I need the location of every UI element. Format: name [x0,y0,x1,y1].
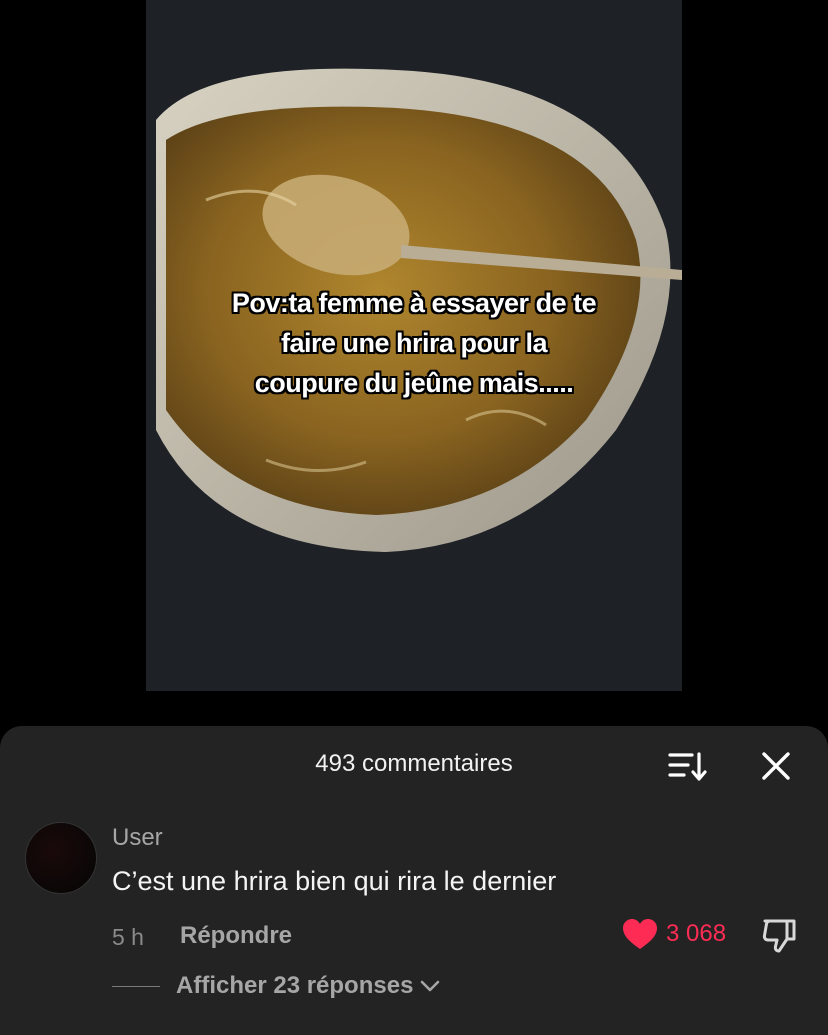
comment-text: C’est une hrira bien qui rira le dernier [112,866,557,896]
like-count: 3 068 [666,920,727,947]
sort-icon [668,752,707,781]
close-button[interactable] [760,750,792,782]
view-replies-label: Afficher 23 réponses [176,972,414,999]
comments-sheet: 493 commentaires User C’est une hrira bi… [0,726,828,1035]
dislike-button[interactable] [761,918,799,954]
video-area[interactable]: Pov:ta femme à essayer de te faire une h… [0,0,828,726]
reply-button[interactable]: Répondre [180,922,292,950]
video-caption-overlay: Pov:ta femme à essayer de te faire une h… [231,288,597,398]
like-button[interactable]: 3 068 [622,918,726,950]
chevron-down-icon [421,980,440,992]
video-frame[interactable]: Pov:ta femme à essayer de te faire une h… [146,0,682,691]
sort-button[interactable] [668,750,708,784]
heart-icon [623,919,657,949]
divider [112,985,160,987]
thumbs-down-icon [762,919,796,953]
view-replies-button[interactable]: Afficher 23 réponses [112,972,441,1000]
close-icon [762,752,790,780]
comment-timestamp: 5 h [112,924,144,950]
avatar[interactable] [25,822,97,894]
comment-author[interactable]: User [112,824,163,852]
